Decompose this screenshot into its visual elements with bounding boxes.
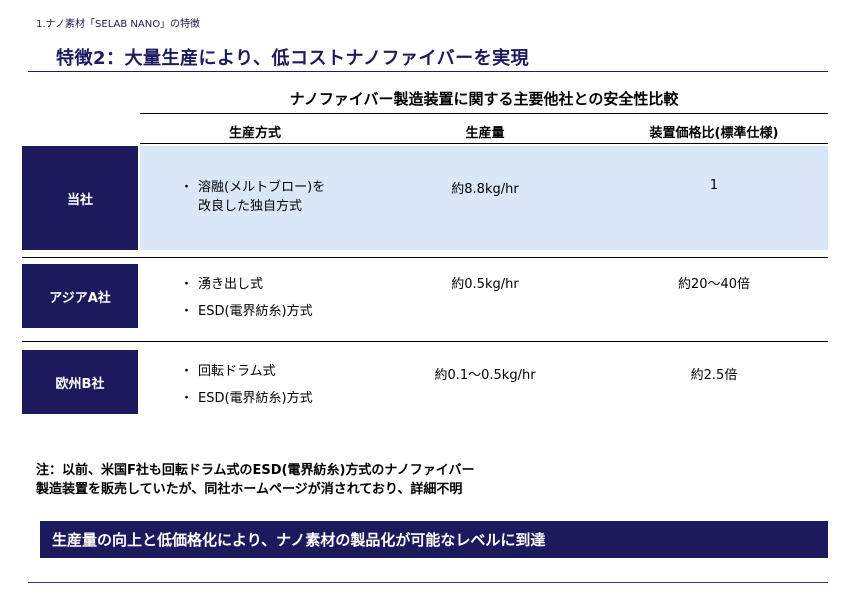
footnote-line: 注：以前、米国F社も回転ドラム式のESD(電界紡糸)方式のナノファイバー [36,463,475,478]
row-label-asia-a: アジアA社 [22,264,138,328]
row-label-europe-b: 欧州B社 [22,350,138,414]
page-title: 特徴2：大量生産により、低コストナノファイバーを実現 [56,48,530,69]
asia-method-cell: ・湧き出し式 ・ ESD(電界紡糸)方式 [180,275,313,321]
breadcrumb: 1.ナノ素材「SELAB NANO」の特徴 [36,19,201,30]
footnote-line: 製造装置を販売していたが、同社ホームページが消されており、詳細不明 [36,482,463,497]
row-divider [22,341,828,342]
list-item: ・湧き出し式 [180,277,264,292]
list-item: ・溶融(メルトブロー)を [180,180,326,195]
own-method-cell: ・溶融(メルトブロー)を 改良した独自方式 [180,178,325,216]
conclusion-banner: 生産量の向上と低価格化により、ナノ素材の製品化が可能なレベルに到達 [40,521,828,558]
own-output-cell: 約8.8kg/hr [451,182,519,197]
caption-divider [140,113,828,114]
list-item: ・ ESD(電界紡糸)方式 [180,304,313,319]
europe-output-cell: 約0.1～0.5kg/hr [434,368,536,383]
own-price-cell: 1 [709,178,719,193]
row-divider [22,257,828,258]
header-divider [140,143,828,144]
footnote: 注：以前、米国F社も回転ドラム式のESD(電界紡糸)方式のナノファイバー 製造装… [36,461,475,499]
europe-price-cell: 約2.5倍 [690,368,738,383]
bottom-divider [28,582,828,583]
column-header-price: 装置価格比(標準仕様) [649,126,779,141]
asia-output-cell: 約0.5kg/hr [451,277,519,292]
row-label-own: 当社 [22,146,138,250]
column-header-output: 生産量 [465,126,505,141]
list-item: ・回転ドラム式 [180,364,276,379]
europe-method-cell: ・回転ドラム式 ・ ESD(電界紡糸)方式 [180,362,313,408]
table-caption: ナノファイバー製造装置に関する主要他社との安全性比較 [289,90,679,108]
title-divider [28,71,828,72]
asia-price-cell: 約20～40倍 [677,277,751,292]
list-item: ・ ESD(電界紡糸)方式 [180,391,313,406]
list-item-continued: 改良した独自方式 [198,199,303,214]
column-header-method: 生産方式 [228,126,281,141]
